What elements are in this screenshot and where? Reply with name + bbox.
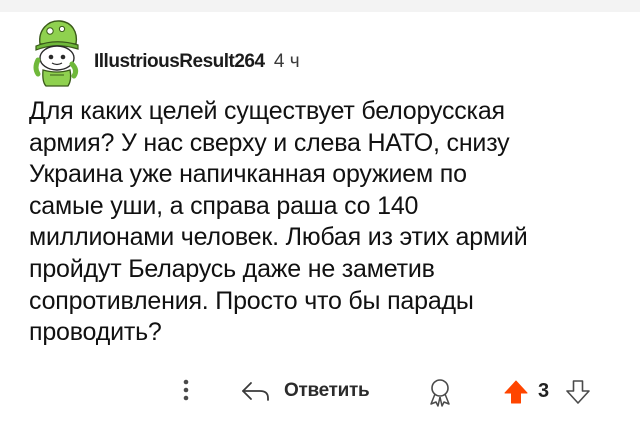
upvote-arrow-icon bbox=[504, 380, 528, 404]
comment-body: Для каких целей существует белорусская а… bbox=[29, 96, 619, 349]
vertical-ellipsis-icon bbox=[183, 379, 189, 401]
avatar[interactable] bbox=[26, 18, 86, 90]
comment-body-line: самые уши, а справа раша со 140 bbox=[29, 191, 419, 220]
timestamp: 4 ч bbox=[273, 51, 300, 72]
comment-actions: Ответить 3 bbox=[0, 372, 640, 412]
award-icon bbox=[430, 379, 450, 407]
snoo-avatar-green-hat-icon bbox=[33, 20, 79, 87]
comment-body-line: сопротивления. Просто что бы парады bbox=[29, 286, 474, 315]
comment-body-line: проводить? bbox=[29, 318, 162, 347]
downvote-arrow-icon bbox=[566, 380, 590, 404]
comment-body-line: пройдут Беларусь даже не заметив bbox=[29, 254, 435, 283]
reply-button[interactable]: Ответить bbox=[240, 374, 370, 408]
more-options-button[interactable] bbox=[178, 376, 194, 404]
comment-body-line: Украина уже напичканная оружием по bbox=[29, 160, 467, 189]
comment-body-line: Для каких целей существует белорусская bbox=[29, 97, 505, 125]
upvote-button[interactable] bbox=[502, 378, 530, 406]
reply-label: Ответить bbox=[284, 380, 370, 401]
award-button[interactable] bbox=[424, 376, 456, 408]
reply-arrow-icon bbox=[242, 382, 269, 401]
comment-meta: IllustriousResult264 4 ч bbox=[94, 50, 300, 74]
vote-score: 3 bbox=[538, 380, 550, 402]
username[interactable]: IllustriousResult264 bbox=[94, 51, 265, 72]
comment-body-line: миллионами человек. Любая из этих армий bbox=[29, 223, 528, 252]
comment-body-line: армия? У нас сверху и слева НАТО, снизу bbox=[29, 128, 510, 157]
downvote-button[interactable] bbox=[564, 378, 592, 406]
top-divider bbox=[0, 0, 640, 12]
comment: IllustriousResult264 4 ч Для каких целей… bbox=[0, 12, 640, 432]
